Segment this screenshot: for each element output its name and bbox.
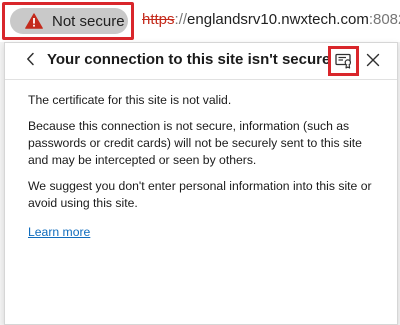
not-secure-button[interactable]: Not secure <box>10 8 128 34</box>
learn-more-link[interactable]: Learn more <box>28 224 90 241</box>
url-field[interactable]: https://englandsrv10.nwxtech.com:8082 <box>142 11 400 28</box>
url-port: :8082 <box>368 11 400 28</box>
flyout-body: The certificate for this site is not val… <box>28 92 378 241</box>
not-secure-label: Not secure <box>52 12 125 30</box>
flyout-title: Your connection to this site isn't secur… <box>47 51 331 68</box>
url-host: englandsrv10.nwxtech.com <box>187 11 369 28</box>
browser-window: Not secure https://englandsrv10.nwxtech.… <box>0 0 400 325</box>
certificate-invalid-text: The certificate for this site is not val… <box>28 93 232 107</box>
connection-warning-text: Because this connection is not secure, i… <box>28 119 362 167</box>
warning-triangle-icon <box>25 13 43 29</box>
url-separator: :// <box>174 11 188 28</box>
flyout-header: Your connection to this site isn't secur… <box>5 43 397 76</box>
close-button[interactable] <box>363 50 383 70</box>
certificate-button[interactable] <box>334 51 354 71</box>
back-button[interactable] <box>21 49 41 69</box>
address-bar: Not secure https://englandsrv10.nwxtech.… <box>0 0 400 42</box>
suggestion-text: We suggest you don't enter personal info… <box>28 179 372 210</box>
chevron-left-icon <box>27 52 34 66</box>
header-divider <box>5 79 397 80</box>
close-icon <box>366 53 380 67</box>
url-scheme: https <box>142 11 175 28</box>
site-info-flyout: Your connection to this site isn't secur… <box>4 42 398 325</box>
certificate-icon <box>335 53 352 69</box>
